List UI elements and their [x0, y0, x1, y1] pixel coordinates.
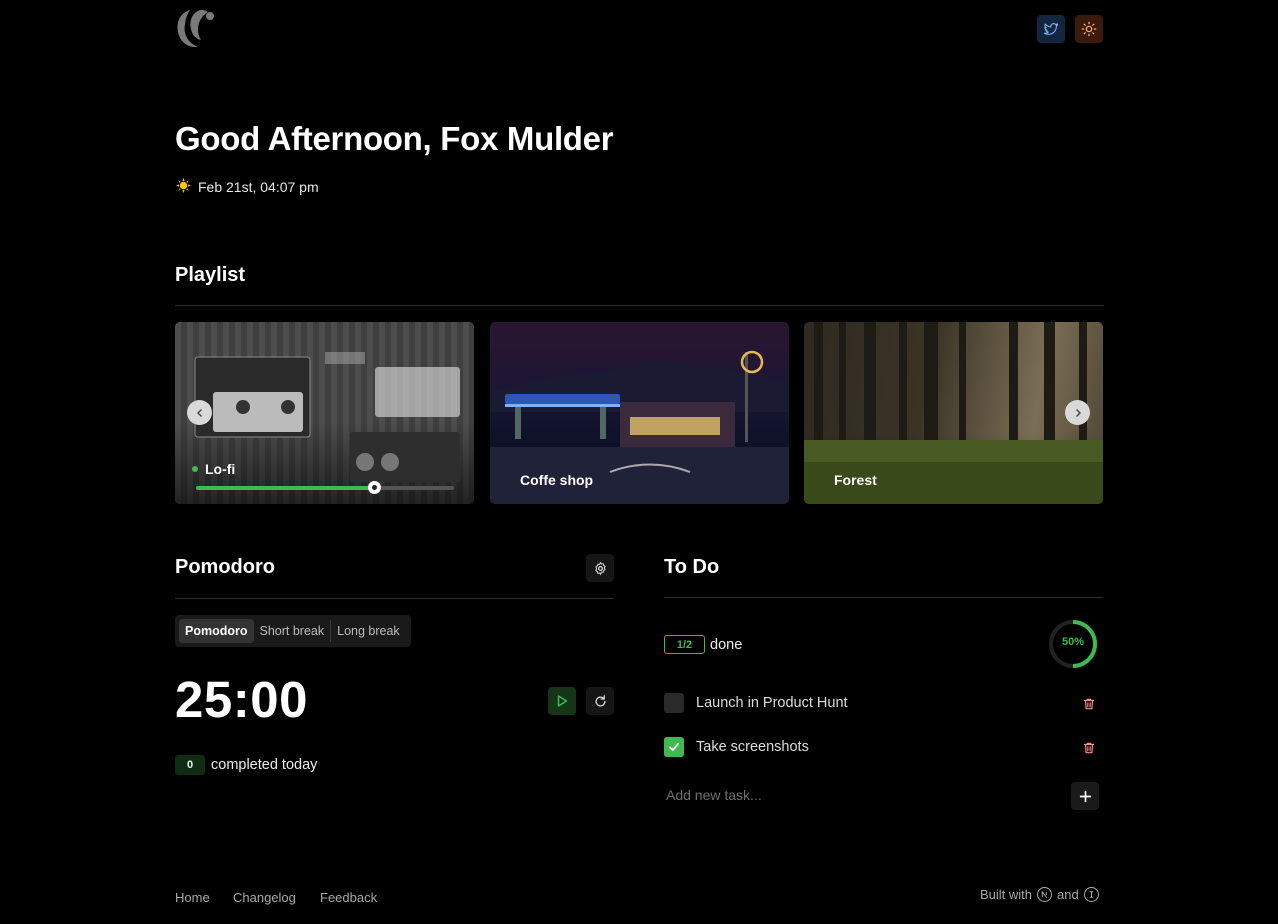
pomodoro-divider: [175, 598, 614, 599]
footer-link-changelog[interactable]: Changelog: [233, 890, 296, 905]
built-with: Built with and: [980, 887, 1099, 902]
sun-emoji-icon: [176, 178, 191, 196]
volume-slider-fill: [196, 486, 375, 490]
task-label: Launch in Product Hunt: [696, 695, 848, 711]
and-label: and: [1057, 887, 1079, 902]
gear-icon: [594, 561, 606, 575]
todo-done-summary: 1/2 done: [664, 635, 742, 654]
delete-task-button[interactable]: [1082, 741, 1096, 755]
task-checkbox[interactable]: [664, 693, 684, 713]
reset-icon: [595, 694, 605, 706]
todo-title: To Do: [664, 556, 720, 578]
playlist-card-coffee-shop[interactable]: Coffe shop: [490, 322, 789, 504]
task-item: Launch in Product Hunt: [664, 693, 848, 713]
completed-label: completed today: [211, 757, 318, 773]
active-indicator-dot: [192, 466, 198, 472]
twitter-button[interactable]: [1037, 15, 1065, 43]
pomodoro-settings-button[interactable]: [586, 554, 614, 582]
carousel-next-button[interactable]: [1065, 400, 1090, 425]
nextjs-logo-icon[interactable]: [1037, 887, 1053, 902]
volume-slider-handle[interactable]: [368, 481, 382, 494]
tailwind-logo-icon[interactable]: [1083, 887, 1099, 902]
task-checkbox-checked[interactable]: [664, 737, 684, 757]
checkmark-icon: [669, 743, 679, 751]
timer-reset-button[interactable]: [586, 687, 614, 715]
greeting-title: Good Afternoon, Fox Mulder: [175, 120, 614, 157]
mode-long-break-tab[interactable]: Long break: [331, 619, 406, 643]
playlist-card-label: Forest: [834, 472, 877, 488]
playlist-title: Playlist: [175, 264, 246, 286]
sun-icon: [1081, 21, 1097, 37]
crescent-moon-logo-icon: [177, 10, 214, 48]
timer-display: 25:00: [175, 671, 308, 728]
new-task-input[interactable]: [666, 787, 1056, 803]
pomodoro-title: Pomodoro: [175, 556, 275, 578]
play-icon: [557, 695, 568, 707]
trash-icon: [1083, 742, 1095, 754]
delete-task-button[interactable]: [1082, 697, 1096, 711]
chevron-left-icon: [196, 408, 202, 417]
todo-progress-ring: 50%: [1048, 619, 1098, 669]
add-task-button[interactable]: [1071, 782, 1099, 810]
playlist-divider: [175, 305, 1104, 306]
done-count-badge: 1/2: [664, 635, 705, 654]
playlist-card-label: Coffe shop: [520, 472, 594, 488]
playlist-card-lofi[interactable]: Lo-fi: [175, 322, 474, 504]
mode-short-break-tab[interactable]: Short break: [254, 619, 331, 643]
playlist-card-label: Lo-fi: [205, 461, 236, 477]
mode-pomodoro-tab[interactable]: Pomodoro: [179, 619, 254, 643]
volume-slider-track[interactable]: [196, 486, 454, 490]
footer-link-feedback[interactable]: Feedback: [320, 890, 377, 905]
app-logo[interactable]: [174, 8, 218, 50]
datetime-text: Feb 21st, 04:07 pm: [198, 179, 319, 195]
datetime: Feb 21st, 04:07 pm: [176, 178, 319, 196]
playlist-card-forest[interactable]: Forest: [804, 322, 1103, 504]
chevron-right-icon: [1075, 408, 1081, 417]
twitter-bird-icon: [1043, 23, 1059, 35]
done-label: done: [710, 636, 743, 653]
plus-icon: [1079, 790, 1091, 802]
timer-play-button[interactable]: [548, 687, 576, 715]
footer-link-home[interactable]: Home: [175, 890, 210, 905]
pomodoro-mode-switch: Pomodoro Short break Long break: [175, 615, 411, 647]
carousel-prev-button[interactable]: [187, 400, 212, 425]
completed-count-badge: 0: [175, 755, 205, 775]
theme-toggle-button[interactable]: [1075, 15, 1103, 43]
built-with-label: Built with: [980, 887, 1033, 902]
todo-divider: [664, 597, 1103, 598]
task-label: Take screenshots: [696, 739, 809, 755]
task-item: Take screenshots: [664, 737, 809, 757]
trash-icon: [1083, 698, 1095, 710]
progress-percent: 50%: [1061, 636, 1085, 648]
completed-today: 0 completed today: [175, 755, 317, 775]
